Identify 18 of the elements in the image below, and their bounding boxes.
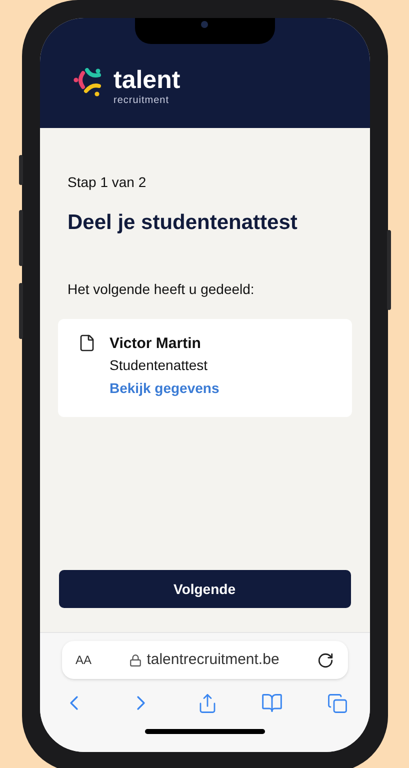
url-text: talentrecruitment.be — [146, 650, 280, 670]
document-icon — [78, 334, 96, 352]
address-bar[interactable]: AA talentrecruitment.be — [62, 641, 348, 679]
tabs-icon[interactable] — [326, 692, 348, 714]
lock-icon — [128, 654, 142, 666]
person-name: Victor Martin — [110, 334, 202, 354]
text-size-button[interactable]: AA — [76, 651, 92, 669]
bookmarks-icon[interactable] — [261, 692, 283, 714]
logo-title: talent — [114, 66, 180, 94]
next-button[interactable]: Volgende — [58, 570, 350, 608]
view-details-link[interactable]: Bekijk gegevens — [110, 374, 220, 400]
camera-icon — [201, 21, 208, 28]
intro-text: Het volgende heeft u gedeeld: — [68, 280, 256, 299]
logo-subtitle: recruitment — [114, 94, 170, 108]
document-name: Studentenattest — [110, 356, 209, 374]
step-indicator: Stap 1 van 2 — [68, 173, 148, 192]
page-title: Deel je studentenattest — [68, 210, 298, 236]
reload-icon[interactable] — [316, 652, 334, 668]
